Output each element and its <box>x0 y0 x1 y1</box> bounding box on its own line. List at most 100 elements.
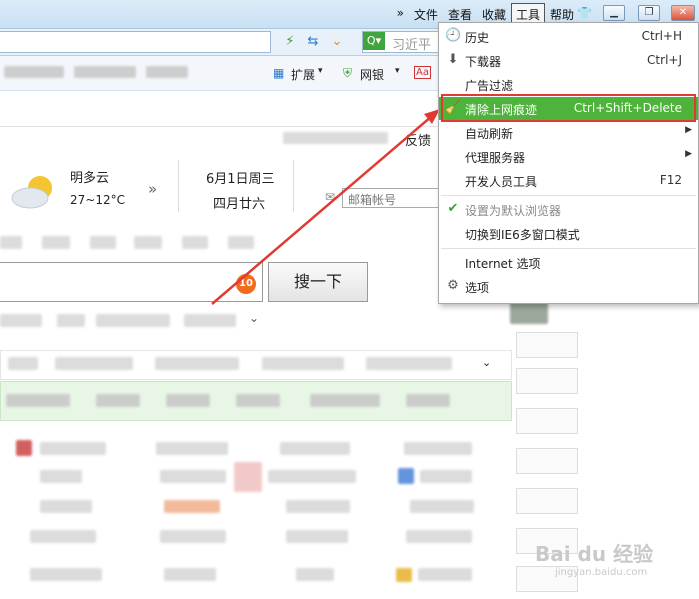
blurred-image[interactable] <box>234 462 262 492</box>
blurred-nav[interactable] <box>134 236 162 249</box>
blurred-nav[interactable] <box>182 236 208 249</box>
chevron-down-icon[interactable]: ▾ <box>395 66 400 76</box>
main-search-input[interactable] <box>0 262 263 302</box>
blurred-site[interactable] <box>366 357 452 370</box>
blurred-link[interactable] <box>160 470 226 483</box>
blurred-hotword[interactable] <box>0 314 42 327</box>
blurred-site[interactable] <box>262 357 344 370</box>
blurred-link[interactable] <box>286 500 350 513</box>
weather-condition: 明多云 <box>70 171 110 186</box>
menu-item-devtools[interactable]: 开发人员工具 F12 <box>439 169 698 192</box>
side-widget[interactable] <box>516 332 578 358</box>
blurred-hotword[interactable] <box>96 314 170 327</box>
blurred-link[interactable] <box>410 500 474 513</box>
chevron-down-icon[interactable]: ▾ <box>318 66 323 76</box>
partly-cloudy-icon <box>11 176 52 209</box>
address-input[interactable] <box>0 31 271 53</box>
blurred-hotword[interactable] <box>184 314 236 327</box>
blurred-link[interactable] <box>406 530 472 543</box>
date-lunar: 四月廿六 <box>213 197 266 212</box>
blurred-featured[interactable] <box>406 394 450 407</box>
menu-item-history[interactable]: 🕘 历史 Ctrl+H <box>439 25 698 48</box>
site-favicon <box>396 568 412 582</box>
blurred-featured[interactable] <box>96 394 140 407</box>
side-widget[interactable] <box>516 448 578 474</box>
menu-item-ie6-mode[interactable]: 切换到IE6多窗口模式 <box>439 222 698 245</box>
menu-item-proxy[interactable]: 代理服务器 ▶ <box>439 145 698 168</box>
blurred-link[interactable] <box>286 530 348 543</box>
menu-overflow-chevron[interactable]: » <box>392 3 409 26</box>
blurred-link[interactable] <box>156 442 228 455</box>
translate-icon: Aa <box>414 66 431 79</box>
blurred-link[interactable] <box>280 442 350 455</box>
bank-label[interactable]: 网银 <box>360 66 384 83</box>
blurred-link[interactable] <box>40 442 106 455</box>
blurred-featured[interactable] <box>236 394 280 407</box>
blurred-link[interactable] <box>40 500 92 513</box>
divider <box>293 160 294 212</box>
chevron-down-icon[interactable]: ⌄ <box>249 311 259 325</box>
double-chevron-icon[interactable]: » <box>148 180 157 198</box>
download-icon: ⬇ <box>447 52 459 67</box>
chevron-down-icon[interactable]: ⌄ <box>328 33 346 51</box>
blurred-nav[interactable] <box>0 236 22 249</box>
refresh-arrows-icon[interactable]: ⇆ <box>304 33 322 51</box>
blurred-link[interactable] <box>160 530 226 543</box>
skin-shirt-icon[interactable]: 👕 <box>577 6 592 20</box>
clock-icon: 🕘 <box>445 28 462 43</box>
blurred-link[interactable] <box>40 470 82 483</box>
blurred-link[interactable] <box>30 530 96 543</box>
search-submit-button[interactable]: 搜一下 <box>268 262 368 302</box>
menu-separator <box>441 248 696 249</box>
menu-item-internet-options[interactable]: Internet 选项 <box>439 251 698 274</box>
blurred-featured[interactable] <box>6 394 70 407</box>
blurred-link[interactable] <box>420 470 472 483</box>
restore-button[interactable]: ❐ <box>638 5 660 21</box>
blurred-link[interactable] <box>418 568 472 581</box>
search-engine-button[interactable]: Q▾ <box>363 32 385 50</box>
blurred-link[interactable] <box>164 500 220 513</box>
menu-item-shortcut: Ctrl+H <box>641 29 682 43</box>
side-widget[interactable] <box>516 408 578 434</box>
blurred-featured[interactable] <box>310 394 380 407</box>
menu-item-downloader[interactable]: ⬇ 下载器 Ctrl+J <box>439 49 698 72</box>
side-widget[interactable] <box>516 488 578 514</box>
blurred-link[interactable] <box>30 568 102 581</box>
blurred-site[interactable] <box>55 357 133 370</box>
menu-item-auto-refresh[interactable]: 自动刷新 ▶ <box>439 121 698 144</box>
blurred-site[interactable] <box>8 357 38 370</box>
minimize-button[interactable]: ▁ <box>603 5 625 21</box>
extend-label[interactable]: 扩展 <box>291 66 315 83</box>
check-icon: ✔ <box>447 201 459 216</box>
blurred-nav[interactable] <box>90 236 116 249</box>
site-favicon <box>398 468 414 484</box>
blurred-link[interactable] <box>404 442 472 455</box>
mail-placeholder: 邮箱帐号 <box>348 193 397 207</box>
favorite-blurred-2[interactable] <box>74 66 136 78</box>
close-button[interactable]: ✕ <box>671 5 695 21</box>
menu-item-label: 历史 <box>465 31 490 45</box>
menu-item-shortcut: Ctrl+J <box>647 53 682 67</box>
blurred-link[interactable] <box>268 470 356 483</box>
favorite-blurred-3[interactable] <box>146 66 188 78</box>
feedback-link[interactable]: 反馈 <box>405 130 431 149</box>
menu-item-adblock[interactable]: 广告过滤 <box>439 73 698 96</box>
menu-item-set-default[interactable]: ✔ 设置为默认浏览器 <box>439 198 698 221</box>
tools-menu: 🕘 历史 Ctrl+H ⬇ 下载器 Ctrl+J 广告过滤 🧹 清除上网痕迹 C… <box>438 22 699 304</box>
blurred-link[interactable] <box>296 568 334 581</box>
blurred-nav[interactable] <box>228 236 254 249</box>
favorite-blurred-1[interactable] <box>4 66 64 78</box>
blurred-link[interactable] <box>164 568 216 581</box>
side-widget[interactable] <box>516 368 578 394</box>
blurred-featured[interactable] <box>166 394 210 407</box>
shield-yen-icon: ⛨ <box>343 66 353 80</box>
menu-item-options[interactable]: ⚙ 选项 <box>439 275 698 298</box>
date-gregorian: 6月1日周三 <box>206 172 275 187</box>
blurred-site[interactable] <box>155 357 239 370</box>
menu-item-label: 广告过滤 <box>465 79 514 93</box>
lightning-icon[interactable]: ⚡ <box>281 33 299 51</box>
chevron-down-icon[interactable]: ⌄ <box>482 356 491 369</box>
submenu-arrow-icon: ▶ <box>685 149 692 159</box>
blurred-hotword[interactable] <box>57 314 85 327</box>
blurred-nav[interactable] <box>42 236 70 249</box>
